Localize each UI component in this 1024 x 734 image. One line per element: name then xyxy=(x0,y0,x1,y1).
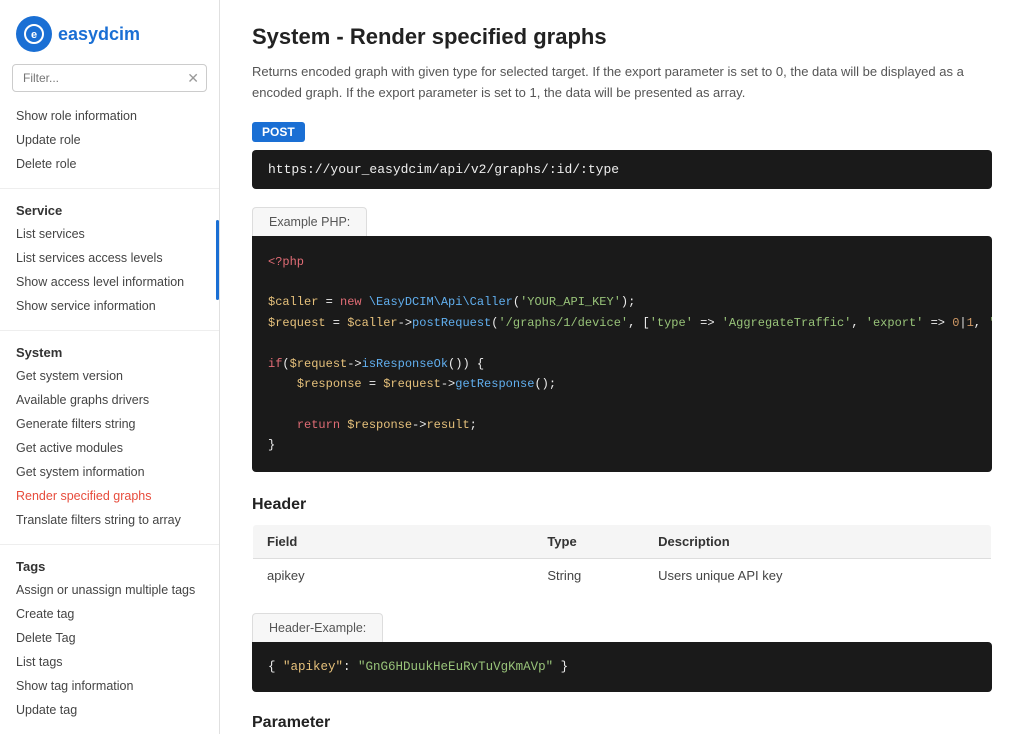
main-content: System - Render specified graphs Returns… xyxy=(220,0,1024,734)
sidebar-item-generate-filters[interactable]: Generate filters string xyxy=(0,412,219,436)
header-col-field: Field xyxy=(253,524,534,558)
svg-text:e: e xyxy=(31,29,37,41)
sidebar-section-service: Service List services List services acce… xyxy=(0,193,219,326)
sidebar-item-show-role[interactable]: Show role information xyxy=(0,104,219,128)
sidebar-item-active-modules[interactable]: Get active modules xyxy=(0,436,219,460)
sidebar-item-render-graphs[interactable]: Render specified graphs xyxy=(0,484,219,508)
sidebar-item-system-version[interactable]: Get system version xyxy=(0,364,219,388)
header-example-tab-header: Header-Example: xyxy=(252,613,383,642)
header-col-desc: Description xyxy=(644,524,991,558)
sidebar-item-show-service-info[interactable]: Show service information xyxy=(0,294,219,318)
clear-filter-icon[interactable]: ✕ xyxy=(187,71,199,85)
php-tab[interactable]: Example PHP: xyxy=(253,208,366,236)
header-desc-apikey: Users unique API key xyxy=(644,558,991,592)
sidebar-item-system-info[interactable]: Get system information xyxy=(0,460,219,484)
header-json-block: { "apikey": "GnG6HDuukHeEuRvTuVgKmAVp" } xyxy=(252,642,992,693)
table-row: apikey String Users unique API key xyxy=(253,558,992,592)
method-badge: POST xyxy=(252,122,305,142)
sidebar-section-roles: Show role information Update role Delete… xyxy=(0,104,219,184)
sidebar-item-show-access-level[interactable]: Show access level information xyxy=(0,270,219,294)
sidebar-item-update-role[interactable]: Update role xyxy=(0,128,219,152)
sidebar-item-list-tags[interactable]: List tags xyxy=(0,650,219,674)
header-example-tab[interactable]: Header-Example: xyxy=(253,614,382,642)
sidebar-item-assign-tags[interactable]: Assign or unassign multiple tags xyxy=(0,578,219,602)
logo-text: easydcim xyxy=(58,24,140,45)
php-tab-header: Example PHP: xyxy=(252,207,367,236)
sidebar-item-list-services[interactable]: List services xyxy=(0,222,219,246)
page-description: Returns encoded graph with given type fo… xyxy=(252,62,992,104)
section-title-tags: Tags xyxy=(0,549,219,578)
header-type-string: String xyxy=(533,558,644,592)
header-field-apikey: apikey xyxy=(253,558,534,592)
logo-icon: e xyxy=(16,16,52,52)
sidebar-item-delete-tag[interactable]: Delete Tag xyxy=(0,626,219,650)
section-title-service: Service xyxy=(0,193,219,222)
sidebar-item-list-services-access[interactable]: List services access levels xyxy=(0,246,219,270)
header-col-type: Type xyxy=(533,524,644,558)
api-url: https://your_easydcim/api/v2/graphs/:id/… xyxy=(252,150,992,189)
parameter-section-title: Parameter xyxy=(252,714,992,732)
section-title-system: System xyxy=(0,335,219,364)
divider-3 xyxy=(0,544,219,545)
filter-input[interactable] xyxy=(12,64,207,92)
sidebar: e easydcim ✕ Show role information Updat… xyxy=(0,0,220,734)
sidebar-item-create-tag[interactable]: Create tag xyxy=(0,602,219,626)
sidebar-section-tags: Tags Assign or unassign multiple tags Cr… xyxy=(0,549,219,730)
php-code-block: <?php $caller = new \EasyDCIM\Api\Caller… xyxy=(252,236,992,472)
header-table: Field Type Description apikey String Use… xyxy=(252,524,992,593)
scroll-indicator xyxy=(216,220,219,300)
header-section-title: Header xyxy=(252,496,992,514)
sidebar-item-show-tag-info[interactable]: Show tag information xyxy=(0,674,219,698)
sidebar-item-graphs-drivers[interactable]: Available graphs drivers xyxy=(0,388,219,412)
divider-2 xyxy=(0,330,219,331)
sidebar-section-system: System Get system version Available grap… xyxy=(0,335,219,540)
sidebar-item-translate-filters[interactable]: Translate filters string to array xyxy=(0,508,219,532)
page-title: System - Render specified graphs xyxy=(252,24,992,50)
filter-container: ✕ xyxy=(12,64,207,92)
logo: e easydcim xyxy=(0,0,219,64)
sidebar-item-delete-role[interactable]: Delete role xyxy=(0,152,219,176)
divider-1 xyxy=(0,188,219,189)
sidebar-item-update-tag[interactable]: Update tag xyxy=(0,698,219,722)
